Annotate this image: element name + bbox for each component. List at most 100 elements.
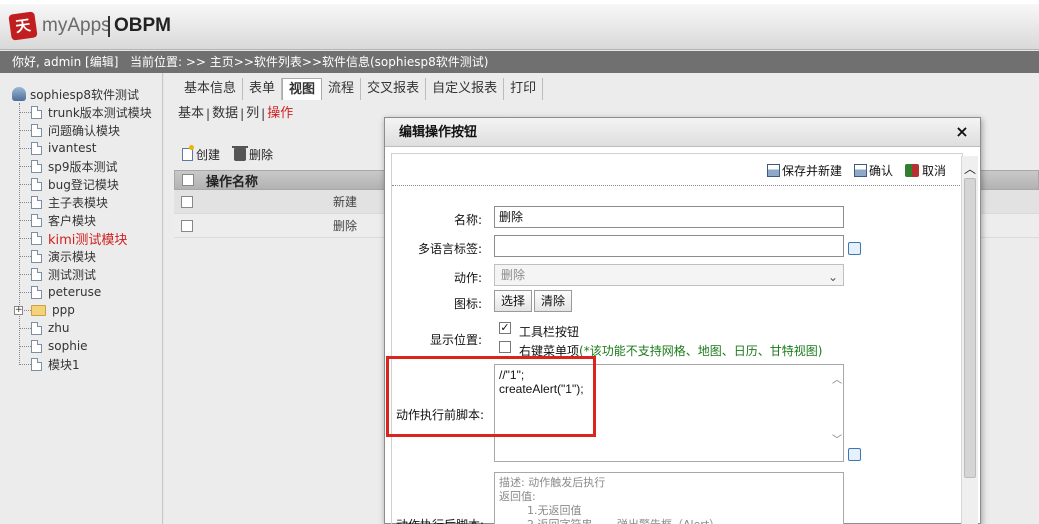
name-input[interactable]: 删除 bbox=[494, 206, 844, 228]
tab-item[interactable]: 基本信息 bbox=[178, 78, 244, 100]
tree-item[interactable]: 主子表模块 bbox=[19, 193, 108, 211]
textarea-scroll-down-icon[interactable]: ﹀ bbox=[832, 436, 842, 446]
row-checkbox[interactable] bbox=[181, 219, 193, 232]
edit-i18n-icon[interactable] bbox=[848, 242, 861, 255]
tab-item[interactable]: 视图 bbox=[282, 78, 323, 100]
save-and-new-label: 保存并新建 bbox=[781, 164, 842, 178]
tree-item-label: 测试测试 bbox=[48, 267, 97, 282]
tree-item-label: kimi测试模块 bbox=[48, 232, 128, 248]
tab-item[interactable]: 表单 bbox=[243, 78, 283, 100]
icon-select-button[interactable]: 选择 bbox=[494, 290, 533, 312]
action-select[interactable]: 删除 ⌄ bbox=[494, 264, 844, 286]
tree-item[interactable]: trunk版本测试模块 bbox=[19, 103, 152, 121]
trash-icon bbox=[232, 146, 249, 161]
textarea-scroll-up-icon[interactable]: ︿ bbox=[832, 376, 842, 386]
tree-item[interactable]: kimi测试模块 bbox=[19, 229, 128, 248]
script-editor-icon[interactable] bbox=[848, 448, 861, 461]
tree-item[interactable]: zhu bbox=[19, 319, 70, 337]
tree-item-label: 客户模块 bbox=[48, 213, 97, 228]
tab-item[interactable]: 打印 bbox=[504, 78, 544, 100]
subtab-item[interactable]: 列 bbox=[246, 104, 259, 124]
cell-action-name[interactable]: 删除 bbox=[333, 217, 357, 234]
contextmenu-checkbox[interactable] bbox=[499, 341, 511, 353]
cancel-icon bbox=[904, 164, 919, 177]
row-checkbox[interactable] bbox=[181, 195, 193, 208]
confirm-button[interactable]: 确认 bbox=[853, 162, 893, 179]
expand-icon[interactable]: + bbox=[14, 305, 23, 315]
tree-item[interactable]: 演示模块 bbox=[19, 247, 96, 265]
tree-item[interactable]: bug登记模块 bbox=[19, 175, 119, 193]
cancel-button[interactable]: 取消 bbox=[904, 162, 946, 179]
breadcrumb[interactable]: 当前位置: >> 主页>>软件列表>>软件信息(sophiesp8软件测试) bbox=[130, 51, 488, 73]
action-selected-value: 删除 bbox=[501, 268, 526, 282]
i18n-input[interactable] bbox=[494, 235, 844, 257]
tree-connector bbox=[19, 165, 31, 167]
close-icon[interactable]: × bbox=[954, 124, 970, 140]
toolbar-checkbox[interactable]: ✓ bbox=[499, 322, 511, 334]
post-script-textarea[interactable]: 描述: 动作触发后执行 返回值: 1.无返回值 2.返回字符串 弹出警告框（Al… bbox=[494, 472, 844, 524]
icon-label: 图标: bbox=[453, 297, 482, 311]
select-all-checkbox[interactable] bbox=[182, 174, 194, 186]
tree-item-label: bug登记模块 bbox=[48, 177, 119, 192]
tree-item[interactable]: peteruse bbox=[19, 283, 101, 301]
tree-item[interactable]: sp9版本测试 bbox=[19, 157, 118, 175]
tree-item[interactable]: 客户模块 bbox=[19, 211, 96, 229]
tree-item[interactable]: 问题确认模块 bbox=[19, 121, 120, 139]
delete-button[interactable]: 删除 bbox=[232, 146, 273, 163]
scroll-up-icon[interactable]: ︿ bbox=[964, 160, 976, 177]
action-label: 动作: bbox=[453, 271, 482, 285]
document-icon bbox=[31, 195, 42, 209]
tree-item-label: sp9版本测试 bbox=[48, 159, 118, 174]
tree-connector bbox=[19, 219, 31, 221]
subtab-item[interactable]: 操作 bbox=[267, 104, 293, 124]
tree-item[interactable]: + ppp bbox=[14, 301, 75, 319]
document-icon bbox=[31, 177, 42, 191]
logo-product: OBPM bbox=[114, 15, 171, 36]
tree-item[interactable]: ivantest bbox=[19, 139, 96, 157]
name-label: 名称: bbox=[453, 213, 482, 227]
tree-item-label: peteruse bbox=[48, 285, 102, 299]
tree-item-label: sophie bbox=[48, 339, 88, 353]
tree-connector bbox=[19, 327, 31, 329]
app-header: 天 myApps OBPM bbox=[0, 0, 1039, 50]
tree-item[interactable]: sophie bbox=[19, 337, 88, 355]
tree-item[interactable]: 测试测试 bbox=[19, 265, 96, 283]
icon-clear-button[interactable]: 清除 bbox=[534, 290, 573, 312]
user-greeting[interactable]: 你好, admin [编辑] bbox=[12, 51, 118, 73]
document-icon bbox=[31, 339, 42, 353]
tree-connector bbox=[19, 111, 31, 113]
document-icon bbox=[31, 231, 42, 245]
tree-item-label: ppp bbox=[52, 303, 75, 317]
tab-item[interactable]: 流程 bbox=[322, 78, 362, 100]
tab-bar: 基本信息 表单 视图 流程 交叉报表 自定义报表 打印 bbox=[178, 78, 544, 100]
column-header-name: 操作名称 bbox=[206, 174, 259, 190]
cancel-label: 取消 bbox=[921, 164, 946, 178]
top-strip bbox=[0, 0, 1039, 4]
document-icon bbox=[31, 285, 42, 299]
tree-item[interactable]: 模块1 bbox=[19, 355, 80, 373]
dialog-body: 保存并新建 确认 取消 名称: 删除 多语言标签: 动作: 删除 ⌄ 图标: 选… bbox=[391, 153, 963, 524]
document-icon bbox=[31, 249, 42, 263]
create-button[interactable]: 创建 bbox=[182, 145, 220, 163]
post-script-label: 动作执行后脚本: bbox=[392, 516, 484, 524]
scrollbar-thumb[interactable] bbox=[964, 178, 976, 478]
cell-action-name[interactable]: 新建 bbox=[333, 193, 357, 210]
contextmenu-note: (*该功能不支持网格、地图、日历、甘特视图) bbox=[579, 344, 823, 358]
tree-connector bbox=[19, 363, 31, 365]
dialog-scrollbar[interactable]: ︿ bbox=[961, 156, 978, 524]
tab-item[interactable]: 交叉报表 bbox=[361, 78, 427, 100]
logo-divider bbox=[108, 16, 110, 37]
dialog-title-text: 编辑操作按钮 bbox=[399, 125, 478, 140]
tab-item[interactable]: 自定义报表 bbox=[426, 78, 505, 100]
document-icon bbox=[31, 357, 42, 371]
save-and-new-button[interactable]: 保存并新建 bbox=[766, 162, 842, 179]
tree-connector bbox=[19, 129, 31, 131]
subtab-separator: | bbox=[206, 107, 211, 121]
subtab-item[interactable]: 数据 bbox=[212, 104, 238, 124]
save-icon bbox=[853, 164, 867, 177]
logo-text: myApps bbox=[42, 15, 111, 36]
tree-connector bbox=[19, 291, 31, 293]
subtab-item[interactable]: 基本 bbox=[178, 104, 204, 124]
tree-root[interactable]: sophiesp8软件测试 bbox=[12, 86, 139, 102]
i18n-label: 多语言标签: bbox=[417, 242, 482, 256]
